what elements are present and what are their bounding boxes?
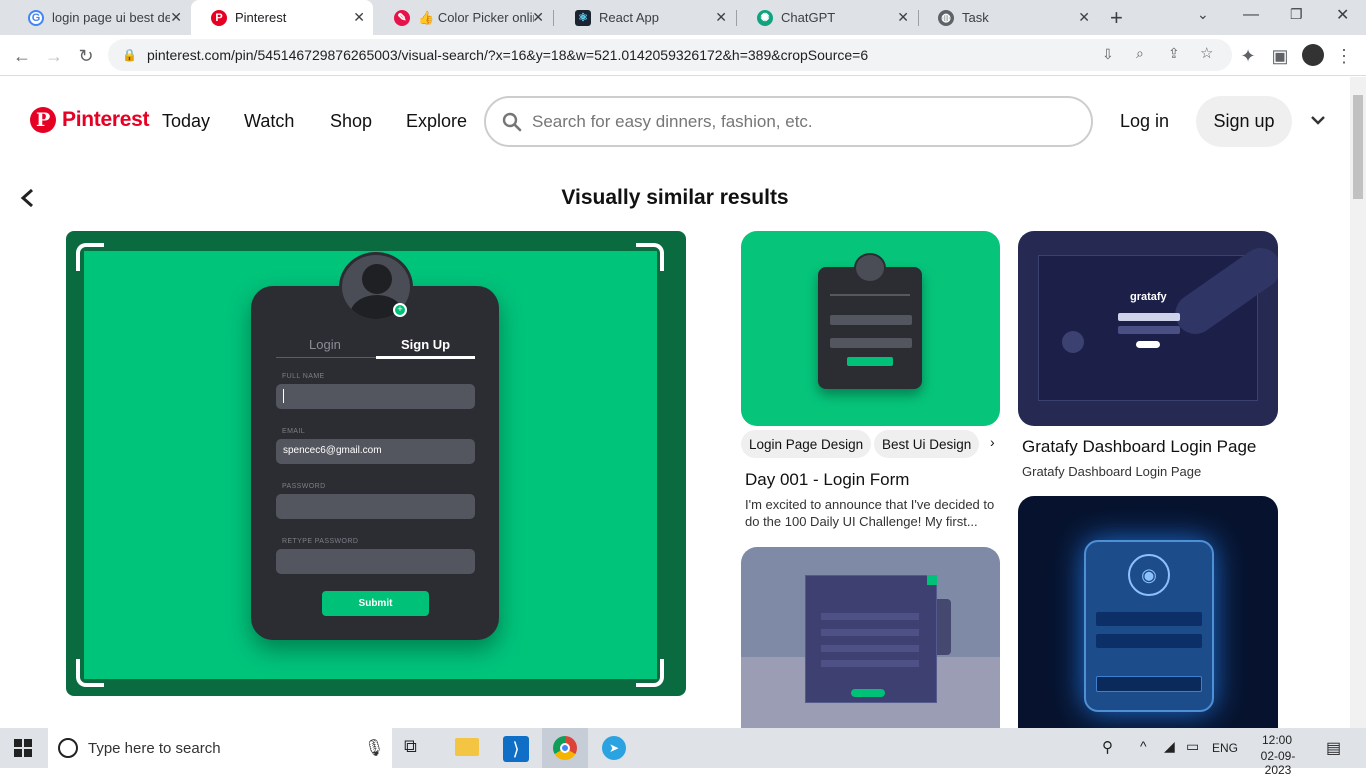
tab-google[interactable]: G login page ui best des ✕ — [8, 0, 190, 35]
search-icon — [58, 738, 78, 758]
google-icon: G — [28, 9, 44, 26]
mockup-tab-signup: Sign Up — [401, 337, 451, 352]
close-tab-icon[interactable]: ✕ — [1078, 9, 1090, 26]
close-window-icon[interactable]: ✕ — [1336, 5, 1349, 25]
side-panel-icon[interactable]: ▣ — [1267, 43, 1293, 69]
clock-time[interactable]: 12:00 — [1252, 733, 1302, 747]
mockup-tab-login: Login — [309, 337, 341, 352]
close-tab-icon[interactable]: ✕ — [353, 9, 365, 26]
chip-login-page-design[interactable]: Login Page Design — [741, 430, 872, 458]
back-arrow-icon[interactable]: ← — [9, 43, 35, 69]
chatgpt-icon: ✺ — [757, 9, 773, 26]
globe-icon: ◍ — [938, 9, 954, 26]
microphone-icon[interactable]: 🎙 — [364, 738, 384, 758]
nav-today[interactable]: Today — [162, 111, 210, 132]
extensions-icon[interactable]: ✦ — [1235, 43, 1261, 69]
signup-button[interactable]: Sign up — [1196, 96, 1292, 147]
close-tab-icon[interactable]: ✕ — [170, 9, 182, 26]
wifi-icon[interactable]: ◢ — [1164, 738, 1175, 755]
mockup-email-field: spencec6@gmail.com — [276, 439, 475, 464]
crop-handle[interactable] — [76, 243, 104, 271]
crop-handle[interactable] — [76, 659, 104, 687]
zoom-icon[interactable]: ⌕ — [1136, 45, 1144, 62]
chevron-up-icon[interactable]: ^ — [1140, 738, 1147, 754]
mockup-submit-button: Submit — [322, 591, 429, 616]
clock-date[interactable]: 02-09-2023 — [1248, 749, 1308, 777]
field-label: EMAIL — [282, 428, 306, 435]
browser-tab-strip: G login page ui best des ✕ P Pinterest ✕… — [0, 0, 1366, 35]
forward-arrow-icon[interactable]: → — [41, 43, 67, 69]
notification-icon[interactable]: ▤ — [1326, 738, 1341, 758]
tab-search-icon[interactable]: ⌄ — [1197, 6, 1209, 23]
new-tab-icon[interactable]: + — [1110, 5, 1123, 31]
pin-image-login-form[interactable] — [741, 231, 1000, 426]
telegram-icon[interactable]: ➤ — [602, 736, 626, 760]
tab-task[interactable]: ◍ Task ✕ — [918, 0, 1098, 35]
pin-image-signup-form[interactable] — [741, 547, 1000, 728]
search-input[interactable]: Search for easy dinners, fashion, etc. — [484, 96, 1093, 147]
close-tab-icon[interactable]: ✕ — [532, 9, 544, 26]
mockup-retype-password-field — [276, 549, 475, 574]
pin-image-gratafy[interactable]: gratafy — [1018, 231, 1278, 426]
color-picker-icon: ✎ — [394, 9, 410, 26]
restore-icon[interactable]: ❐ — [1290, 6, 1303, 23]
people-icon[interactable]: ⚲ — [1102, 738, 1113, 756]
mockup-fullname-field — [276, 384, 475, 409]
pin-title[interactable]: Gratafy Dashboard Login Page — [1022, 437, 1256, 457]
language-indicator[interactable]: ENG — [1212, 741, 1238, 755]
windows-start-icon[interactable] — [14, 739, 32, 757]
pinterest-icon: P — [30, 107, 56, 133]
reload-icon[interactable]: ↻ — [73, 43, 99, 69]
taskbar: Type here to search 🎙 ⧉ ⟩ ➤ ⚲ ^ ◢ ▭ ENG … — [0, 728, 1366, 777]
vscode-icon[interactable]: ⟩ — [503, 736, 529, 762]
pin-description: I'm excited to announce that I've decide… — [745, 497, 995, 529]
chevron-down-icon[interactable] — [1310, 112, 1326, 128]
crop-handle[interactable] — [636, 243, 664, 271]
close-tab-icon[interactable]: ✕ — [715, 9, 727, 26]
mockup-password-field — [276, 494, 475, 519]
pin-image-glass-login[interactable]: ◉ — [1018, 496, 1278, 728]
minimize-icon[interactable]: — — [1243, 6, 1259, 24]
tab-color-picker[interactable]: ✎ 👍 Color Picker online ✕ — [374, 0, 552, 35]
nav-explore[interactable]: Explore — [406, 111, 467, 132]
browser-menu-icon[interactable]: ⋮ — [1331, 43, 1357, 69]
bookmark-star-icon[interactable]: ☆ — [1200, 44, 1213, 62]
react-icon: ⚛ — [575, 9, 591, 26]
nav-shop[interactable]: Shop — [330, 111, 372, 132]
crop-handle[interactable] — [636, 659, 664, 687]
text-cursor — [283, 389, 284, 403]
share-icon[interactable]: ⇪ — [1168, 45, 1180, 62]
pin-description: Gratafy Dashboard Login Page — [1022, 464, 1202, 479]
scrollbar-thumb[interactable] — [1353, 95, 1363, 199]
task-view-icon[interactable]: ⧉ — [404, 736, 428, 760]
tab-react-app[interactable]: ⚛ React App ✕ — [555, 0, 735, 35]
login-button[interactable]: Log in — [1120, 111, 1169, 132]
field-label: RETYPE PASSWORD — [282, 538, 359, 545]
profile-avatar[interactable] — [1302, 44, 1324, 66]
page-title: Visually similar results — [561, 186, 789, 209]
battery-icon[interactable]: ▭ — [1186, 738, 1199, 755]
taskbar-search-input[interactable]: Type here to search 🎙 — [48, 728, 392, 768]
camera-icon: ◉ — [1128, 554, 1170, 596]
field-label: FULL NAME — [282, 373, 325, 380]
address-bar[interactable]: 🔒 pinterest.com/pin/545146729876265003/v… — [108, 39, 1232, 71]
tab-chatgpt[interactable]: ✺ ChatGPT ✕ — [737, 0, 917, 35]
pinterest-icon: P — [211, 9, 227, 26]
browser-toolbar: ← → ↻ 🔒 pinterest.com/pin/54514672987626… — [0, 35, 1366, 76]
nav-watch[interactable]: Watch — [244, 111, 294, 132]
pinterest-logo[interactable]: P Pinterest — [30, 107, 149, 133]
chrome-icon[interactable] — [553, 736, 577, 760]
pin-title[interactable]: Day 001 - Login Form — [745, 470, 909, 490]
lock-icon: 🔒 — [122, 48, 137, 62]
install-icon[interactable]: ⇩ — [1102, 46, 1114, 63]
page-scrollbar[interactable] — [1350, 77, 1366, 728]
file-explorer-icon[interactable] — [455, 738, 479, 756]
close-tab-icon[interactable]: ✕ — [897, 9, 909, 26]
chip-best-ui-design[interactable]: Best Ui Design — [874, 430, 980, 458]
add-photo-icon: + — [393, 303, 407, 317]
tab-pinterest[interactable]: P Pinterest ✕ — [191, 0, 373, 35]
field-label: PASSWORD — [282, 483, 326, 490]
search-icon — [502, 112, 522, 131]
chevron-right-icon[interactable]: › — [990, 434, 995, 450]
